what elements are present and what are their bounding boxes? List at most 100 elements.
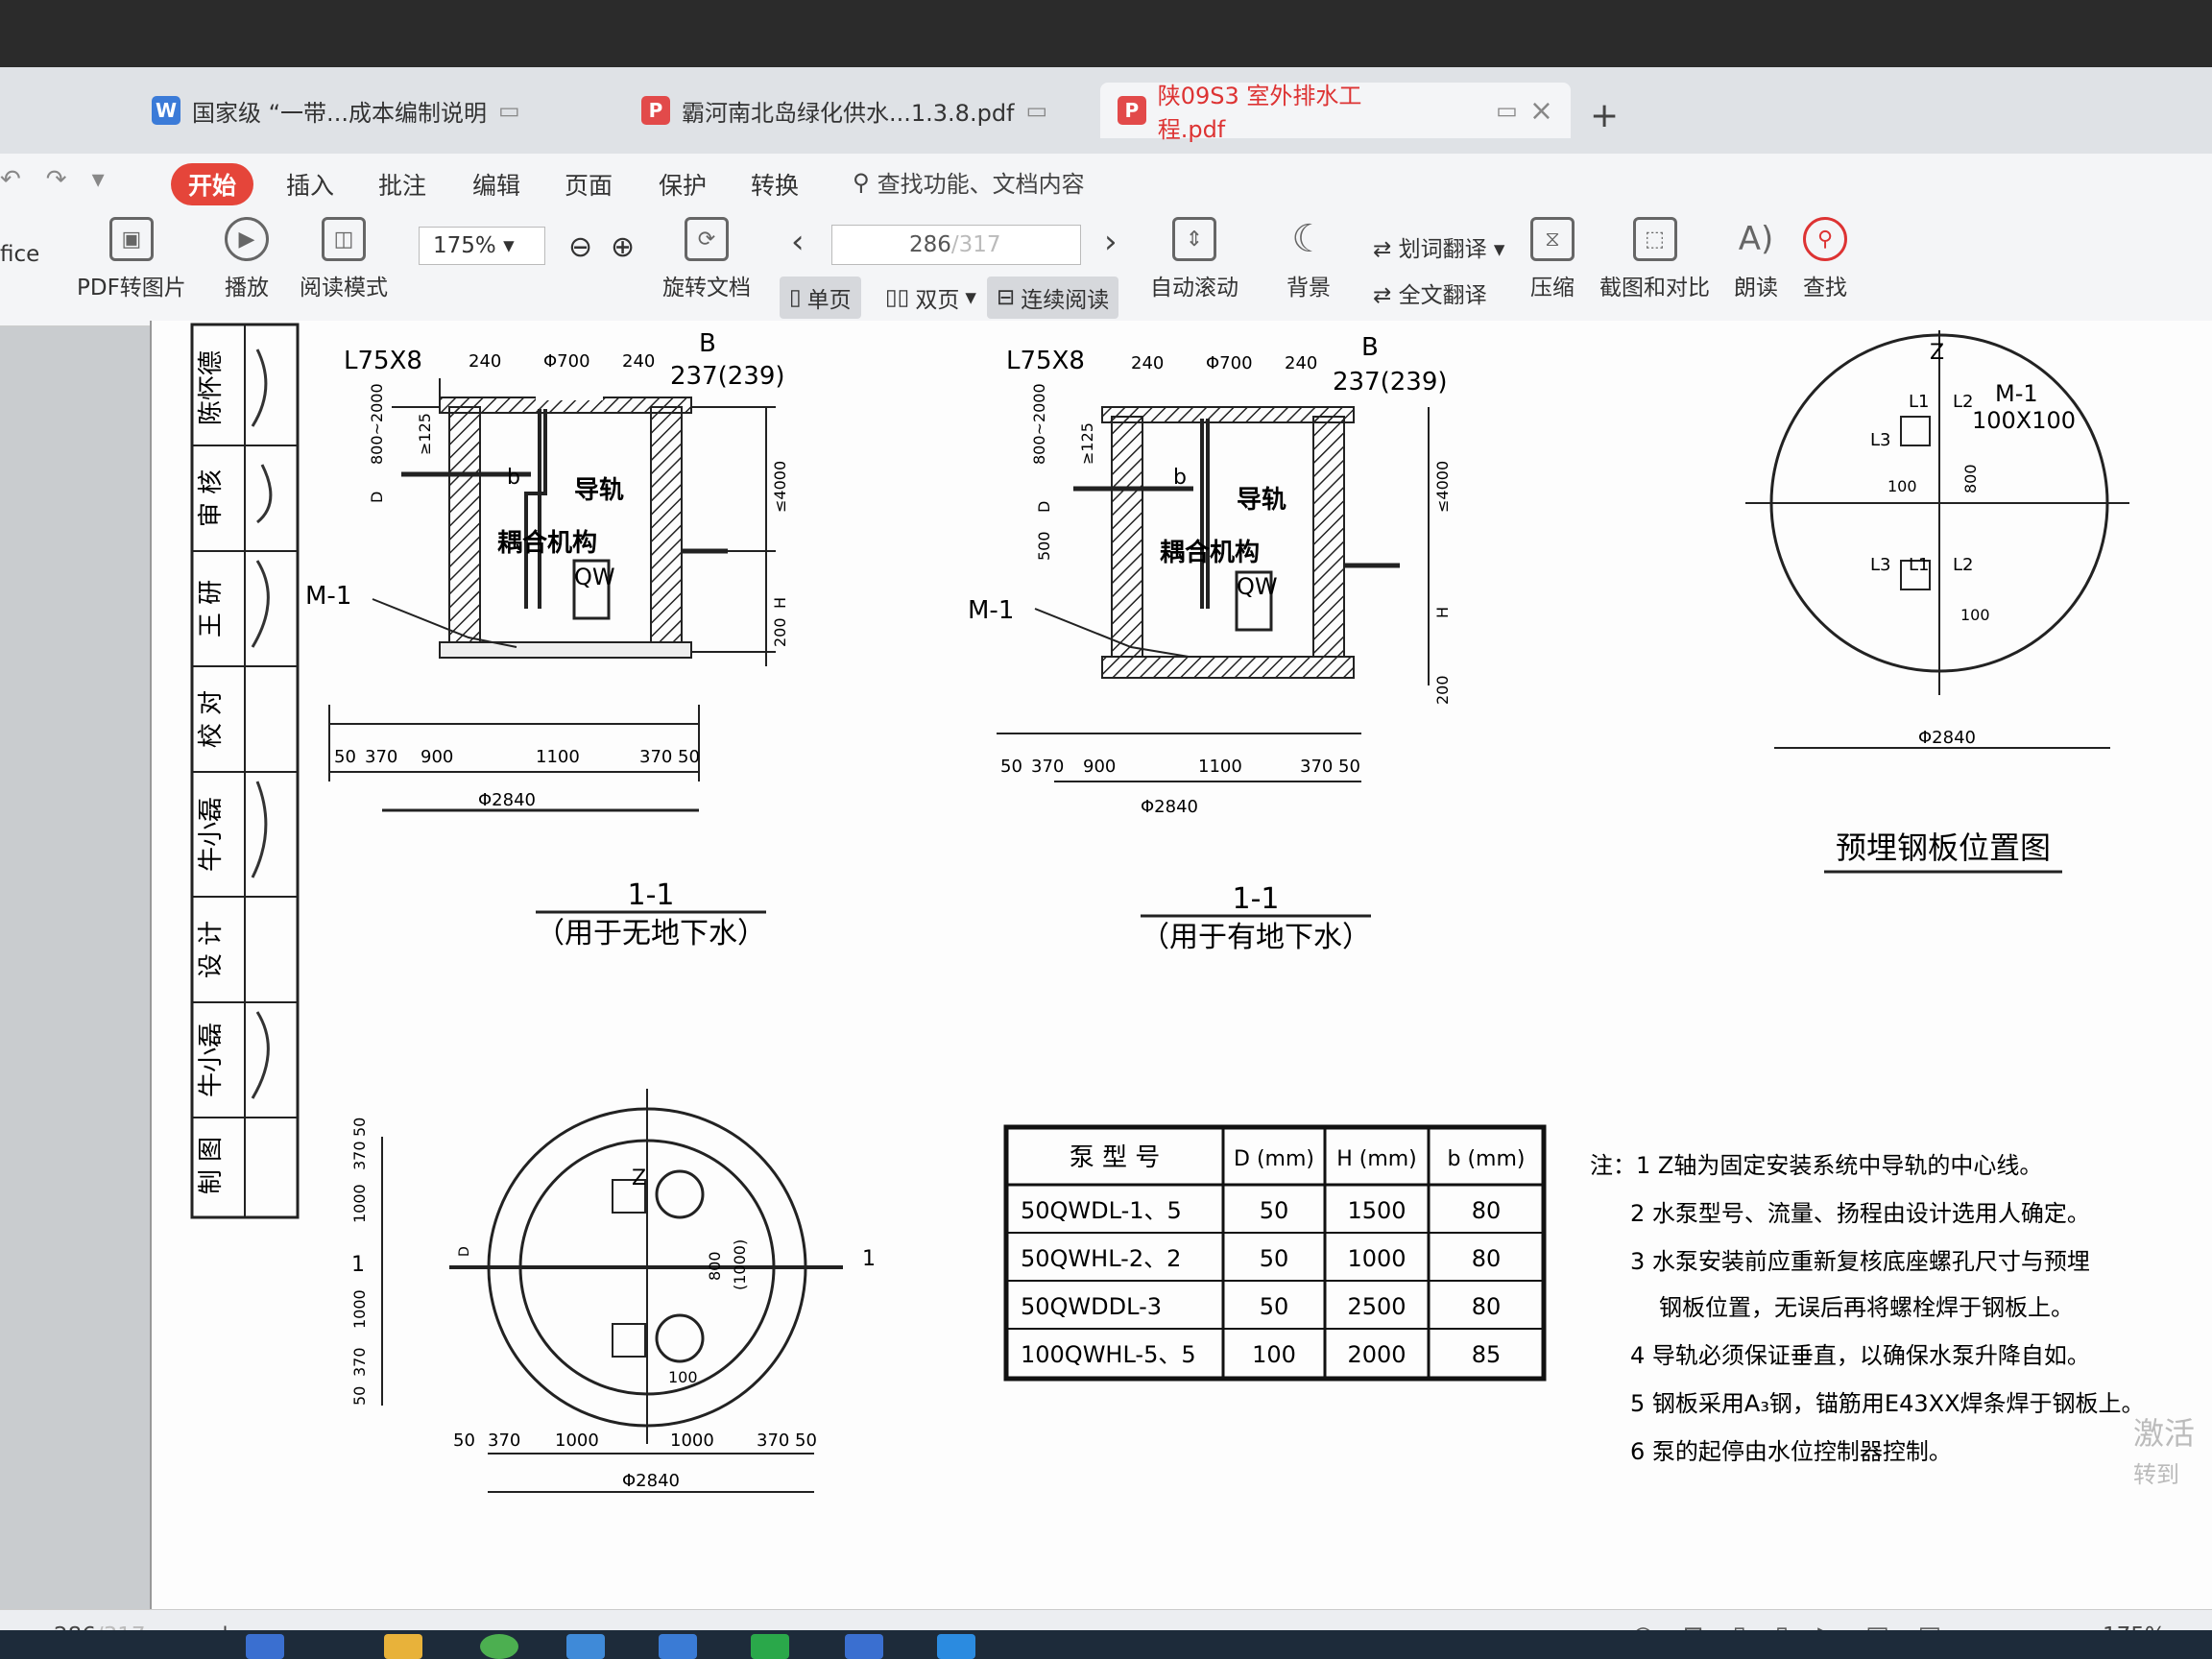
taskbar-app-icon[interactable] <box>246 1634 284 1659</box>
speaker-icon: A) <box>1738 220 1774 258</box>
new-tab-icon[interactable]: + <box>1590 96 1619 135</box>
next-page-icon[interactable]: › <box>1104 223 1118 261</box>
menu-insert[interactable]: 插入 <box>269 163 351 205</box>
prev-page-icon[interactable]: ‹ <box>791 223 805 261</box>
tab-doc-1[interactable]: W 国家级 “一带...成本编制说明 ▭ <box>134 83 538 138</box>
menu-comment[interactable]: 批注 <box>361 163 444 205</box>
table-cell: 2500 <box>1347 1293 1406 1320</box>
office-label: fice <box>0 242 40 267</box>
tab-doc-2[interactable]: P 霸河南北岛绿化供水...1.3.8.pdf ▭ <box>624 83 1065 138</box>
taskbar-app-icon[interactable] <box>845 1634 883 1659</box>
taskbar-app-icon[interactable] <box>937 1634 975 1659</box>
read-mode-label: 阅读模式 <box>300 276 388 301</box>
label-QW: QW <box>574 564 615 590</box>
dim-label: 370 <box>639 747 672 767</box>
chevron-down-icon[interactable]: ▾ <box>92 165 105 194</box>
label-rail: 导轨 <box>1237 486 1286 515</box>
compress-label: 压缩 <box>1530 276 1575 301</box>
pdf-file-icon: P <box>1118 96 1146 125</box>
screenshot-compare-button[interactable]: ⬚ 截图和对比 <box>1599 217 1710 301</box>
label-M1: M-1 <box>305 582 351 611</box>
table-cell: 100 <box>1252 1341 1296 1368</box>
office-button[interactable]: fice <box>0 242 39 267</box>
handwritten-signature <box>251 349 273 1099</box>
play-icon: ▶ <box>225 217 269 261</box>
full-translate-label: 全文翻译 <box>1398 283 1487 308</box>
menu-page[interactable]: 页面 <box>547 163 630 205</box>
dim-label: 50 <box>678 747 700 767</box>
folder-icon[interactable] <box>384 1634 422 1659</box>
dim-label: 240 <box>469 351 501 372</box>
screenshot-icon: ⬚ <box>1632 217 1677 261</box>
dim-label: 100 <box>1960 606 1990 624</box>
label-M1: M-1 <box>968 596 1014 625</box>
single-page-button[interactable]: ▯ 单页 <box>780 276 861 319</box>
zoom-in-icon[interactable]: ⊕ <box>611 230 635 264</box>
plan-view: Z 1 1 D 800 (1000) 100 50 370 1000 1000 … <box>350 1089 876 1493</box>
table-cell: 1000 <box>1347 1245 1406 1272</box>
table-cell: 50QWHL-2、2 <box>1021 1245 1181 1272</box>
play-button[interactable]: ▶ 播放 <box>225 217 269 301</box>
label-D: D <box>1035 501 1053 513</box>
table-cell: 80 <box>1472 1245 1502 1272</box>
single-page-icon: ▯ <box>789 285 802 310</box>
note-line: 2 水泵型号、流量、扬程由设计选用人确定。 <box>1630 1200 2090 1227</box>
close-tab-icon[interactable]: × <box>1529 94 1553 128</box>
label-h800: 800~2000 <box>368 383 386 465</box>
find-button[interactable]: ⚲ 查找 <box>1803 217 1847 301</box>
menu-convert[interactable]: 转换 <box>733 163 816 205</box>
background-button[interactable]: ☾ 背景 <box>1286 217 1331 301</box>
table-cell: 1500 <box>1347 1197 1406 1224</box>
dim-label: 370 <box>488 1431 520 1451</box>
word-translate-button[interactable]: ⇄ 划词翻译 ▾ <box>1373 230 1504 263</box>
notes: 注：1 Z轴为固定安装系统中导轨的中心线。 2 水泵型号、流量、扬程由设计选用人… <box>1590 1152 2145 1465</box>
read-aloud-button[interactable]: A) 朗读 <box>1734 217 1778 301</box>
zoom-out-icon[interactable]: ⊖ <box>568 230 592 264</box>
dim-label: 1000 <box>555 1431 599 1451</box>
dim-label: 800 <box>1961 464 1980 493</box>
label-QW: QW <box>1237 573 1278 600</box>
tab-doc-3[interactable]: P 陕09S3 室外排水工程.pdf ▭ × <box>1100 83 1571 143</box>
compress-button[interactable]: ⧖ 压缩 <box>1530 217 1575 301</box>
zoom-select[interactable]: 175% ▾ <box>419 227 545 265</box>
page-input[interactable]: 286/317 <box>831 225 1081 265</box>
search-box[interactable]: ⚲ 查找功能、文档内容 <box>853 165 1085 199</box>
label-section-mark: 1 <box>862 1247 876 1271</box>
menu-start[interactable]: 开始 <box>171 163 254 205</box>
dim-label: 900 <box>421 747 453 767</box>
section-subtitle: （用于有地下水） <box>1141 921 1371 954</box>
monitor-icon: ▭ <box>1025 97 1048 124</box>
rotate-label: 旋转文档 <box>662 276 751 301</box>
background-label: 背景 <box>1286 276 1331 301</box>
browser-icon[interactable] <box>480 1634 518 1659</box>
taskbar-app-icon[interactable] <box>566 1634 605 1659</box>
rotate-doc-button[interactable]: ⟳ 旋转文档 <box>662 217 751 301</box>
dim-label: 50 <box>795 1431 817 1451</box>
table-header: D (mm) <box>1234 1147 1314 1171</box>
tab-bar: W 国家级 “一带...成本编制说明 ▭ P 霸河南北岛绿化供水...1.3.8… <box>0 67 2212 154</box>
dim-label: 100 <box>1887 477 1917 495</box>
redo-icon[interactable]: ↷ <box>46 165 67 194</box>
table-cell: 50QWDDL-3 <box>1021 1293 1162 1320</box>
label-D: D <box>457 1246 472 1257</box>
auto-scroll-button[interactable]: ⇕ 自动滚动 <box>1150 217 1238 301</box>
menu-edit[interactable]: 编辑 <box>455 163 538 205</box>
double-page-button[interactable]: ▯▯ 双页 ▾ <box>876 276 986 319</box>
activation-watermark: 激活 <box>2133 1415 2195 1452</box>
read-mode-button[interactable]: ◫ 阅读模式 <box>300 217 388 301</box>
undo-icon[interactable]: ↶ <box>0 165 21 194</box>
double-label: 双页 <box>915 288 960 313</box>
menu-protect[interactable]: 保护 <box>641 163 724 205</box>
pdf-to-image-button[interactable]: ▣ PDF转图片 <box>77 217 186 301</box>
dim-label: 370 <box>365 747 397 767</box>
taskbar-app-icon[interactable] <box>659 1634 697 1659</box>
table-cell: 100QWHL-5、5 <box>1021 1341 1196 1368</box>
full-translate-button[interactable]: ⇄ 全文翻译 <box>1373 276 1487 309</box>
continuous-read-button[interactable]: ⊟ 连续阅读 <box>987 276 1119 319</box>
engineering-drawing: 陈怀德 审 核 王 研 校 对 牛小磊 设 计 牛小磊 制 图 L75X8 24… <box>190 323 2195 1493</box>
taskbar-app-icon[interactable] <box>751 1634 789 1659</box>
sig-label: 校 对 <box>197 690 226 748</box>
label-h4000: ≤4000 <box>771 461 789 513</box>
label-D: D <box>368 492 386 503</box>
label-h125: ≥125 <box>416 413 434 455</box>
